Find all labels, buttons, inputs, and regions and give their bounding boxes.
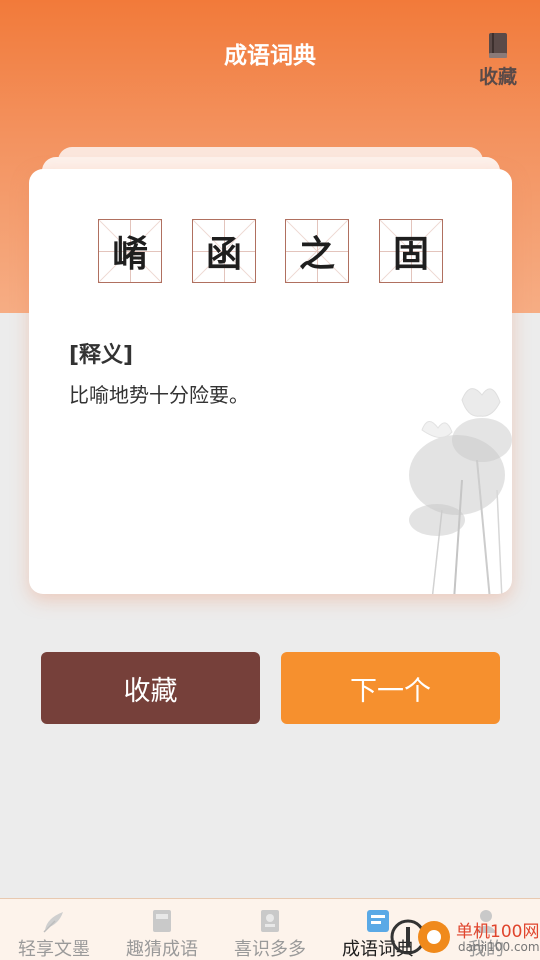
idiom-char-box: 崤	[98, 219, 162, 283]
tab-happy-learning[interactable]: 喜识多多	[216, 899, 324, 960]
idiom-card: 崤 函 之 固 [释义] 比喻地势十分险要。	[29, 169, 512, 594]
page-title: 成语词典	[224, 43, 316, 69]
tab-label: 轻享文墨	[18, 939, 90, 960]
book-icon	[489, 33, 507, 58]
watermark-url: danji100.com	[458, 940, 540, 954]
idiom-char-box: 函	[192, 219, 256, 283]
feather-icon	[43, 912, 63, 933]
reader-icon	[261, 910, 279, 932]
book-icon	[153, 910, 171, 932]
watermark-title: 单机100网	[456, 922, 540, 942]
favorites-label: 收藏	[478, 66, 517, 88]
next-button[interactable]: 下一个	[281, 652, 500, 724]
idiom-characters: 崤 函 之 固	[29, 219, 512, 283]
favorites-button[interactable]: 收藏	[476, 32, 520, 89]
favorite-button[interactable]: 收藏	[41, 652, 260, 724]
idiom-char-box: 固	[379, 219, 443, 283]
meaning-label: [释义]	[69, 343, 134, 368]
tab-guess-idiom[interactable]: 趣猜成语	[108, 899, 216, 960]
meaning-text: 比喻地势十分险要。	[69, 383, 249, 407]
watermark-logo-icon	[390, 919, 450, 955]
tab-label: 趣猜成语	[126, 939, 198, 960]
idiom-char-box: 之	[285, 219, 349, 283]
site-watermark: 单机100网 danji100.com	[388, 913, 540, 960]
lotus-decoration-icon	[409, 388, 512, 594]
tab-label: 喜识多多	[234, 939, 306, 960]
tab-light-ink[interactable]: 轻享文墨	[0, 899, 108, 960]
